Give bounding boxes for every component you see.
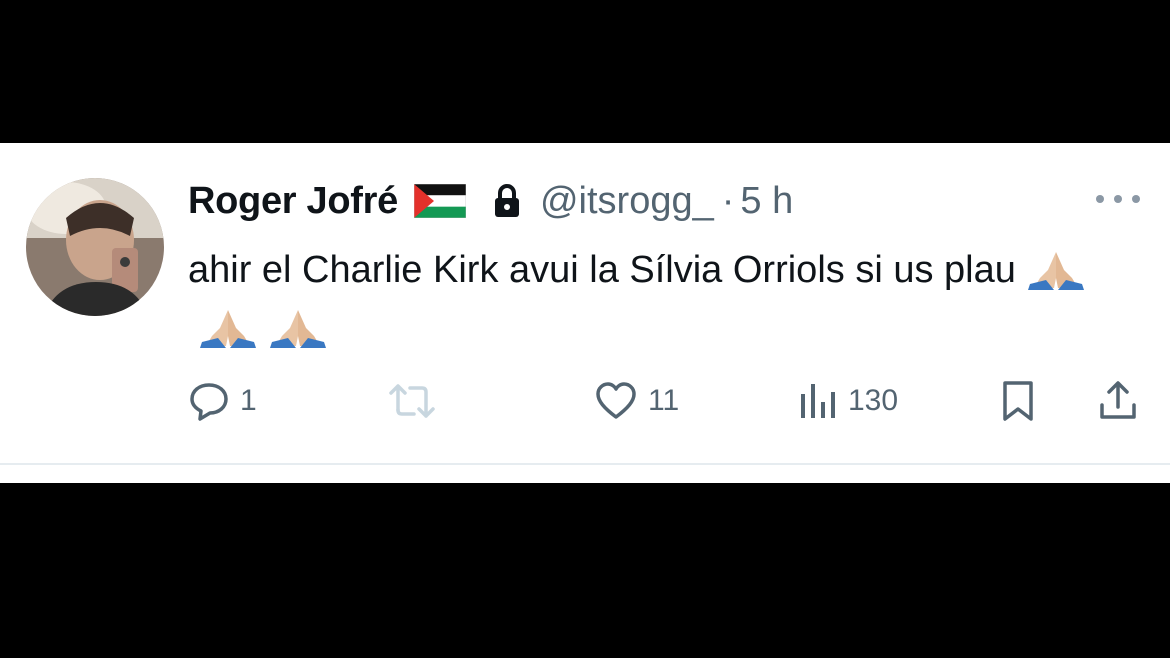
like-button[interactable]: 11 — [594, 376, 679, 426]
timestamp[interactable]: 5 h — [740, 180, 793, 223]
bookmark-icon — [1003, 381, 1033, 421]
folded-hands-emoji-icon — [1027, 252, 1084, 290]
views-button[interactable]: 130 — [798, 376, 898, 426]
folded-hands-emoji-icon — [270, 310, 326, 348]
tweet-card[interactable]: Roger Jofré @itsrogg_ · 5 h ahir el Char… — [0, 143, 1170, 463]
views-chart-icon — [801, 384, 835, 418]
views-count: 130 — [848, 384, 899, 417]
heart-icon — [596, 382, 636, 419]
folded-hands-emoji-icon — [200, 310, 256, 348]
tweet-text-body: ahir el Charlie Kirk avui la Sílvia Orri… — [188, 249, 1016, 291]
lock-icon — [492, 183, 522, 219]
tweet-text: ahir el Charlie Kirk avui la Sílvia Orri… — [188, 241, 1128, 357]
display-name[interactable]: Roger Jofré — [188, 180, 398, 223]
separator-dot: · — [721, 179, 735, 222]
bookmark-button[interactable] — [998, 376, 1038, 426]
tweet-header: Roger Jofré @itsrogg_ · 5 h — [188, 176, 1088, 226]
retweet-icon — [389, 384, 435, 418]
reply-button[interactable]: 1 — [188, 376, 257, 426]
palestine-flag-icon — [413, 183, 467, 219]
share-icon — [1100, 381, 1136, 419]
tweet-actions: 1 11 130 — [188, 376, 1148, 426]
reply-icon — [190, 383, 228, 421]
avatar[interactable] — [26, 178, 164, 316]
retweet-button[interactable] — [388, 376, 446, 426]
user-handle[interactable]: @itsrogg_ — [540, 180, 714, 223]
reply-count: 1 — [240, 384, 257, 417]
like-count: 11 — [648, 384, 680, 417]
share-button[interactable] — [1098, 376, 1138, 426]
more-options-icon[interactable] — [1096, 189, 1140, 209]
tweet-divider — [0, 463, 1170, 483]
